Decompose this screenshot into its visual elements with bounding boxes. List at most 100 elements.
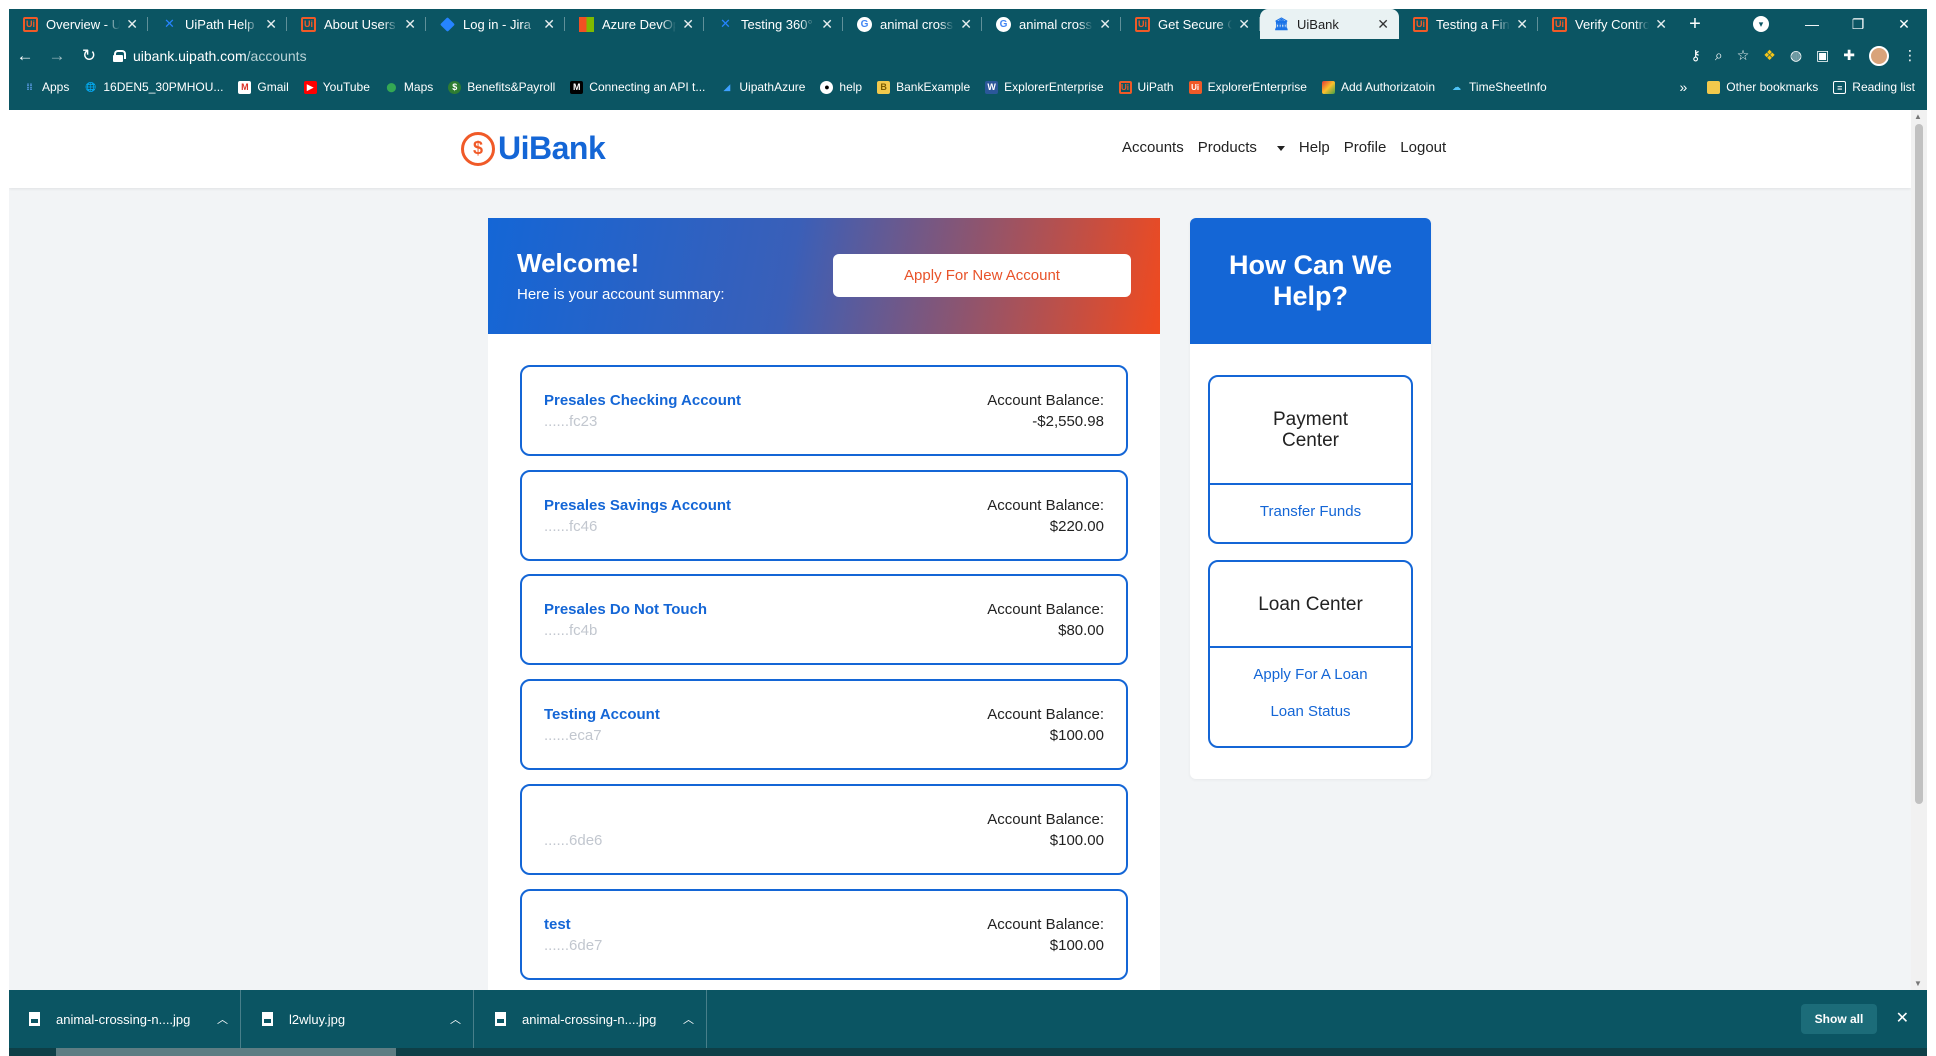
scroll-up-icon[interactable]: ▲ (1914, 112, 1922, 121)
account-name[interactable]: Presales Checking Account (544, 392, 741, 409)
bookmark-benefits[interactable]: $ Benefits&Payroll (448, 80, 555, 94)
tab-azure-devops[interactable]: Azure DevOps ✕ (565, 9, 704, 39)
nav-products[interactable]: Products (1198, 139, 1285, 156)
close-icon[interactable]: ✕ (821, 16, 833, 33)
close-icon[interactable]: ✕ (682, 16, 694, 33)
bookmark-uipath[interactable]: Ui UiPath (1118, 80, 1174, 94)
zoom-icon[interactable]: ⌕ (1715, 47, 1723, 64)
extension-icon[interactable]: ◍ (1790, 47, 1802, 64)
close-icon[interactable]: ✕ (960, 16, 972, 33)
bookmark-youtube[interactable]: ▶ YouTube (303, 80, 370, 94)
account-name[interactable]: test (544, 916, 571, 933)
chevron-up-icon[interactable]: ︿ (217, 1011, 228, 1027)
download-item[interactable]: animal-crossing-n....jpg ︿ (475, 990, 707, 1048)
window-close-icon[interactable]: ✕ (1881, 16, 1927, 33)
payment-center-card: Payment Center Transfer Funds (1208, 375, 1413, 544)
bookmark-apps[interactable]: ⁞⁞ Apps (23, 80, 70, 94)
close-icon[interactable]: ✕ (1238, 16, 1250, 33)
bookmark-label: Benefits&Payroll (467, 80, 556, 94)
tab-uibank[interactable]: 🏛 UiBank ✕ (1260, 9, 1399, 39)
bookmark-explorerenterprise-1[interactable]: W ExplorerEnterprise (985, 80, 1104, 94)
microsoft-icon (579, 16, 594, 32)
tab-search-icon[interactable]: ▾ (1753, 16, 1769, 32)
profile-avatar[interactable] (1869, 45, 1889, 66)
forward-icon[interactable]: → (41, 46, 73, 66)
bookmark-connecting-api[interactable]: M Connecting an API t... (570, 80, 705, 94)
transfer-funds-link[interactable]: Transfer Funds (1210, 503, 1411, 520)
account-name[interactable]: Presales Do Not Touch (544, 601, 707, 618)
page-scrollbar[interactable]: ▲ ▼ (1911, 110, 1927, 990)
download-item[interactable]: animal-crossing-n....jpg ︿ (9, 990, 241, 1048)
show-all-button[interactable]: Show all (1801, 1004, 1877, 1034)
bookmark-maps[interactable]: ⬤ Maps (385, 80, 433, 94)
apply-new-account-button[interactable]: Apply For New Account (833, 254, 1131, 297)
tab-animal-crossing-1[interactable]: G animal crossing ✕ (843, 9, 982, 39)
new-tab-button[interactable]: + (1677, 9, 1713, 39)
close-icon[interactable]: ✕ (1377, 16, 1389, 33)
extension-colorful-icon[interactable]: ❖ (1763, 47, 1776, 64)
google-icon: G (857, 16, 872, 32)
close-icon[interactable]: ✕ (126, 16, 138, 33)
reload-icon[interactable]: ↻ (73, 46, 105, 66)
tab-about-users[interactable]: Ui About Users ✕ (287, 9, 426, 39)
tab-animal-crossing-2[interactable]: G animal crossing ✕ (982, 9, 1121, 39)
account-card[interactable]: Presales Do Not Touch ......fc4b Account… (520, 574, 1128, 665)
close-icon[interactable]: ✕ (1516, 16, 1528, 33)
other-bookmarks[interactable]: Other bookmarks (1707, 80, 1818, 94)
nav-profile[interactable]: Profile (1344, 139, 1387, 156)
uipath-icon: Ui (301, 16, 316, 32)
tab-testing-360[interactable]: ✕ Testing 360° ✕ (704, 9, 843, 39)
back-icon[interactable]: ← (9, 46, 41, 66)
bookmark-16den5[interactable]: 🌐 16DEN5_30PMHOU... (84, 80, 223, 94)
menu-icon[interactable]: ⋮ (1903, 47, 1917, 64)
scroll-down-icon[interactable]: ▼ (1914, 979, 1922, 988)
account-card[interactable]: Presales Checking Account ......fc23 Acc… (520, 365, 1128, 456)
account-name[interactable]: Testing Account (544, 706, 660, 723)
star-icon[interactable]: ☆ (1737, 47, 1750, 64)
account-card[interactable]: Testing Account ......eca7 Account Balan… (520, 679, 1128, 770)
bookmark-timesheetinfo[interactable]: ☁ TimeSheetInfo (1450, 80, 1547, 94)
account-card[interactable]: Presales Savings Account ......fc46 Acco… (520, 470, 1128, 561)
bookmarks-more-button[interactable]: » (1679, 79, 1687, 95)
nav-help[interactable]: Help (1299, 139, 1330, 156)
chevron-up-icon[interactable]: ︿ (683, 1011, 694, 1027)
close-icon[interactable]: ✕ (1099, 16, 1111, 33)
apply-for-loan-link[interactable]: Apply For A Loan (1210, 666, 1411, 683)
url-path: /accounts (246, 47, 307, 64)
bookmark-help[interactable]: ● help (820, 80, 862, 94)
nav-logout[interactable]: Logout (1400, 139, 1446, 156)
bookmark-uipathazure[interactable]: ◢ UipathAzure (720, 80, 805, 94)
loan-status-link[interactable]: Loan Status (1210, 703, 1411, 720)
key-icon[interactable]: ⚷ (1691, 47, 1701, 64)
download-item[interactable]: l2wluy.jpg ︿ (242, 990, 474, 1048)
restore-icon[interactable]: ❐ (1835, 16, 1881, 33)
address-bar[interactable]: uibank.uipath.com/accounts (113, 42, 1691, 70)
close-icon[interactable]: ✕ (543, 16, 555, 33)
minimize-icon[interactable]: — (1789, 16, 1835, 32)
extension-h-icon[interactable]: ▣ (1816, 47, 1829, 64)
close-icon[interactable]: ✕ (404, 16, 416, 33)
reading-list[interactable]: ≡ Reading list (1833, 80, 1915, 94)
tab-title: animal crossing (880, 16, 954, 32)
tab-uipath-help[interactable]: ✕ UiPath Help Center ✕ (148, 9, 287, 39)
tab-overview[interactable]: Ui Overview - UiPath ✕ (9, 9, 148, 39)
chevron-up-icon[interactable]: ︿ (450, 1011, 461, 1027)
puzzle-icon[interactable]: ✚ (1843, 47, 1855, 64)
account-card[interactable]: test ......6de7 Account Balance: $100.00 (520, 889, 1128, 980)
close-icon[interactable]: ✕ (265, 16, 277, 33)
close-icon[interactable]: ✕ (1655, 16, 1667, 33)
tab-get-secure-credential[interactable]: Ui Get Secure Credential ✕ (1121, 9, 1260, 39)
tab-jira[interactable]: Log in - Jira ✕ (426, 9, 565, 39)
bookmark-add-authorization[interactable]: Add Authorizatoin (1321, 80, 1435, 94)
bookmark-bankexample[interactable]: B BankExample (877, 80, 970, 94)
nav-accounts[interactable]: Accounts (1122, 139, 1184, 156)
tab-verify-control[interactable]: Ui Verify Control ✕ (1538, 9, 1677, 39)
bookmark-gmail[interactable]: M Gmail (238, 80, 289, 94)
scroll-thumb[interactable] (1915, 124, 1923, 804)
bookmark-explorerenterprise-2[interactable]: Ui ExplorerEnterprise (1188, 80, 1307, 94)
close-icon[interactable]: ✕ (1896, 1008, 1909, 1028)
account-name[interactable]: Presales Savings Account (544, 497, 731, 514)
tab-testing-a-find[interactable]: Ui Testing a Find ✕ (1399, 9, 1538, 39)
account-card[interactable]: ......6de6 Account Balance: $100.00 (520, 784, 1128, 875)
uibank-logo[interactable]: $ UiBank (461, 130, 606, 167)
